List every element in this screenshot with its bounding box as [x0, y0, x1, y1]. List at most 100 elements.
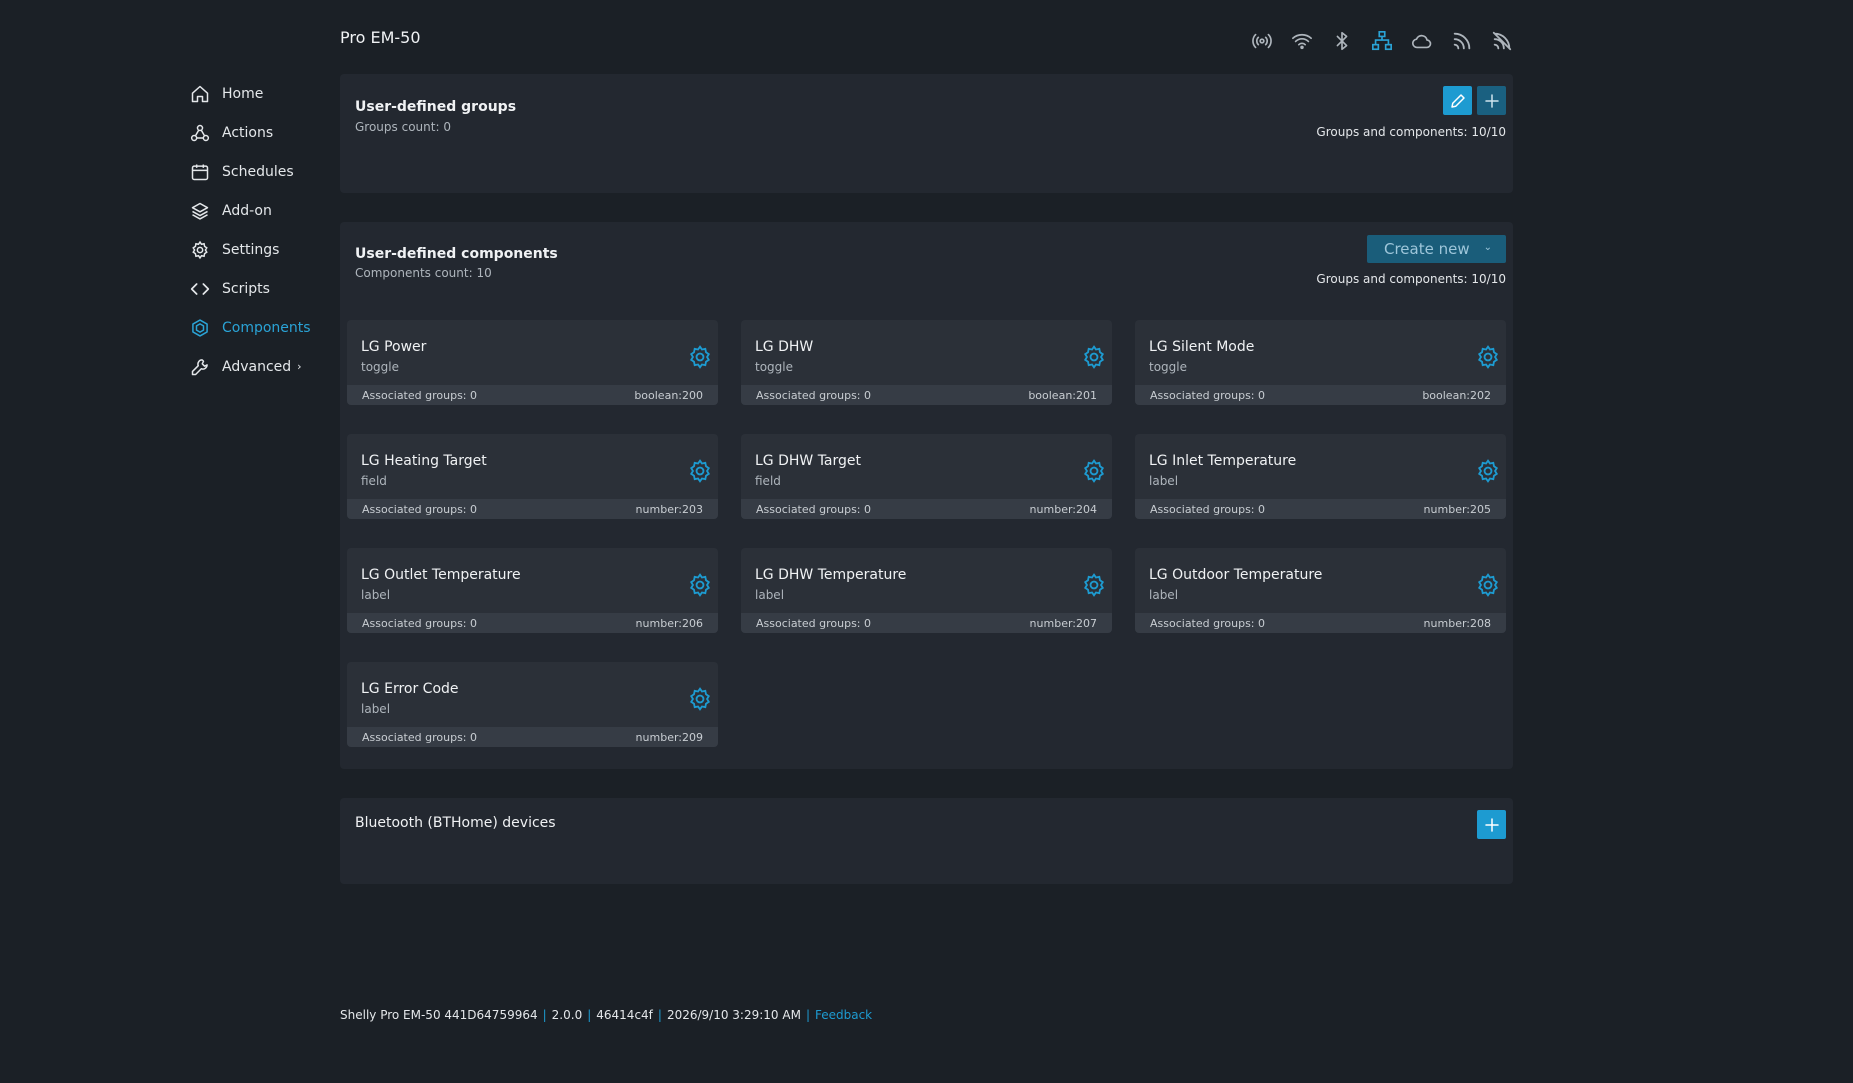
sidebar-item-label: Settings — [222, 241, 280, 258]
component-settings-icon[interactable] — [1475, 458, 1501, 484]
component-settings-icon[interactable] — [687, 572, 713, 598]
pencil-icon — [1450, 93, 1465, 108]
wifi-icon[interactable] — [1289, 28, 1314, 53]
groups-title: User-defined groups — [355, 99, 517, 115]
associated-groups: Associated groups: 0 — [362, 388, 478, 402]
component-id: number:208 — [1423, 616, 1491, 630]
component-id: number:205 — [1423, 502, 1491, 516]
plus-icon — [1484, 93, 1499, 108]
component-settings-icon[interactable] — [687, 458, 713, 484]
footer-build: 46414c4f — [596, 1008, 653, 1022]
sidebar-item-advanced[interactable]: Advanced › — [190, 347, 330, 386]
component-footer: Associated groups: 0 number:207 — [741, 613, 1112, 633]
sidebar-item-scripts[interactable]: Scripts — [190, 269, 330, 308]
associated-groups: Associated groups: 0 — [756, 616, 872, 630]
chevron-down-icon: ⌄ — [1483, 242, 1492, 253]
associated-groups: Associated groups: 0 — [756, 502, 872, 516]
component-footer: Associated groups: 0 boolean:200 — [347, 385, 718, 405]
sidebar-item-schedules[interactable]: Schedules — [190, 152, 330, 191]
sidebar-item-label: Actions — [222, 124, 274, 141]
component-card[interactable]: LG Error Code label Associated groups: 0… — [347, 662, 718, 747]
device-title: Pro EM-50 — [340, 28, 421, 47]
associated-groups: Associated groups: 0 — [1150, 502, 1266, 516]
add-group-button[interactable] — [1477, 86, 1506, 115]
component-type: toggle — [361, 360, 399, 374]
component-card[interactable]: LG DHW toggle Associated groups: 0 boole… — [741, 320, 1112, 405]
layers-icon — [190, 201, 216, 221]
component-id: boolean:200 — [634, 388, 703, 402]
associated-groups: Associated groups: 0 — [1150, 616, 1266, 630]
component-card[interactable]: LG Silent Mode toggle Associated groups:… — [1135, 320, 1506, 405]
component-footer: Associated groups: 0 number:208 — [1135, 613, 1506, 633]
component-settings-icon[interactable] — [1081, 344, 1107, 370]
calendar-icon — [190, 162, 216, 182]
component-settings-icon[interactable] — [687, 344, 713, 370]
component-name: LG DHW — [755, 339, 814, 355]
footer-separator: | — [542, 1008, 547, 1022]
cloud-icon[interactable] — [1409, 28, 1434, 53]
rss-icon[interactable] — [1449, 28, 1474, 53]
component-settings-icon[interactable] — [1475, 572, 1501, 598]
component-settings-icon[interactable] — [1081, 458, 1107, 484]
bluetooth-icon[interactable] — [1329, 28, 1354, 53]
component-type: label — [1149, 588, 1179, 602]
component-settings-icon[interactable] — [687, 686, 713, 712]
component-type: field — [755, 474, 781, 488]
component-card[interactable]: LG Heating Target field Associated group… — [347, 434, 718, 519]
footer-version: 2.0.0 — [551, 1008, 583, 1022]
sidebar-item-label: Add-on — [222, 202, 272, 219]
component-name: LG Power — [361, 339, 427, 355]
edit-groups-button[interactable] — [1443, 86, 1472, 115]
components-title: User-defined components — [355, 246, 558, 262]
add-bthome-device-button[interactable] — [1477, 810, 1506, 839]
sidebar-item-components[interactable]: Components — [190, 308, 330, 347]
component-id: number:206 — [635, 616, 703, 630]
create-new-button[interactable]: Create new ⌄ — [1367, 235, 1506, 263]
associated-groups: Associated groups: 0 — [362, 616, 478, 630]
component-name: LG Silent Mode — [1149, 339, 1255, 355]
associated-groups: Associated groups: 0 — [1150, 388, 1266, 402]
component-card[interactable]: LG DHW Target field Associated groups: 0… — [741, 434, 1112, 519]
bthome-title: Bluetooth (BTHome) devices — [355, 815, 556, 831]
component-name: LG Inlet Temperature — [1149, 453, 1297, 469]
component-settings-icon[interactable] — [1081, 572, 1107, 598]
footer-device: Shelly Pro EM-50 441D64759964 — [340, 1008, 538, 1022]
component-id: boolean:202 — [1422, 388, 1491, 402]
page-footer: Shelly Pro EM-50 441D64759964 | 2.0.0 | … — [340, 1008, 872, 1022]
sidebar-item-settings[interactable]: Settings — [190, 230, 330, 269]
feed-disabled-icon[interactable] — [1489, 28, 1514, 53]
component-id: number:209 — [635, 730, 703, 744]
components-count: Components count: 10 — [355, 266, 492, 280]
ethernet-icon[interactable] — [1369, 28, 1394, 53]
component-name: LG Outdoor Temperature — [1149, 567, 1323, 583]
sidebar-item-label: Components — [222, 319, 311, 336]
components-panel: User-defined components Components count… — [340, 222, 1513, 769]
groups-limit: Groups and components: 10/10 — [1316, 125, 1506, 139]
component-card[interactable]: LG Outdoor Temperature label Associated … — [1135, 548, 1506, 633]
ap-icon[interactable] — [1249, 28, 1274, 53]
sidebar-item-home[interactable]: Home — [190, 74, 330, 113]
component-type: label — [361, 702, 391, 716]
gear-icon — [190, 240, 216, 260]
component-id: number:207 — [1029, 616, 1097, 630]
footer-separator: | — [657, 1008, 662, 1022]
component-card[interactable]: LG Power toggle Associated groups: 0 boo… — [347, 320, 718, 405]
component-card[interactable]: LG DHW Temperature label Associated grou… — [741, 548, 1112, 633]
feedback-link[interactable]: Feedback — [815, 1008, 872, 1022]
sidebar-item-add-on[interactable]: Add-on — [190, 191, 330, 230]
component-card[interactable]: LG Inlet Temperature label Associated gr… — [1135, 434, 1506, 519]
component-type: toggle — [1149, 360, 1187, 374]
component-settings-icon[interactable] — [1475, 344, 1501, 370]
associated-groups: Associated groups: 0 — [756, 388, 872, 402]
component-card[interactable]: LG Outlet Temperature label Associated g… — [347, 548, 718, 633]
sidebar-item-label: Home — [222, 85, 264, 102]
sidebar-nav: Home Actions Schedules Add-on Settings S… — [190, 74, 330, 386]
component-footer: Associated groups: 0 number:209 — [347, 727, 718, 747]
sidebar-item-actions[interactable]: Actions — [190, 113, 330, 152]
component-id: number:203 — [635, 502, 703, 516]
bthome-panel: Bluetooth (BTHome) devices — [340, 798, 1513, 884]
groups-count: Groups count: 0 — [355, 120, 451, 134]
component-footer: Associated groups: 0 number:206 — [347, 613, 718, 633]
actions-icon — [190, 123, 216, 143]
components-icon — [190, 318, 216, 338]
